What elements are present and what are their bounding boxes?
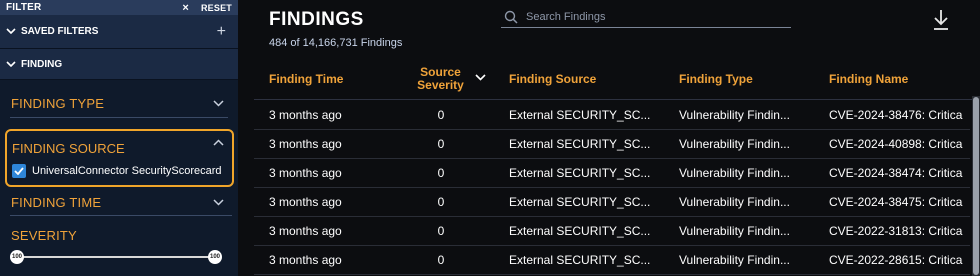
cell-source-severity: 0 <box>437 224 445 238</box>
source-option-label: UniversalConnector SecurityScorecard <box>32 165 222 177</box>
table-row[interactable]: 3 months ago 0 External SECURITY_SC... Vuln… <box>254 101 970 130</box>
chevron-up-icon[interactable] <box>213 137 224 149</box>
cell-source-severity: 0 <box>437 166 445 180</box>
table-row[interactable]: 3 months ago 0 External SECURITY_SC... Vuln… <box>254 217 970 246</box>
cell-finding-name: CVE-2022-31813: Critica <box>829 224 963 238</box>
reset-button[interactable]: RESET <box>201 3 232 13</box>
cell-source-severity: 0 <box>437 253 445 267</box>
chevron-down-icon <box>213 98 224 110</box>
sort-chevron-icon[interactable] <box>475 72 486 84</box>
source-option[interactable]: UniversalConnector SecurityScorecard <box>12 164 222 178</box>
severity-filter: SEVERITY <box>8 228 232 243</box>
cell-finding-type: Vulnerability Findin... <box>679 253 790 267</box>
finding-section[interactable]: FINDING <box>0 49 238 80</box>
cell-source-severity: 0 <box>437 108 445 122</box>
cell-finding-time: 3 months ago <box>269 166 342 180</box>
severity-label: SEVERITY <box>11 228 77 243</box>
cell-finding-source: External SECURITY_SC... <box>509 108 651 122</box>
table-row[interactable]: 3 months ago 0 External SECURITY_SC... Vuln… <box>254 246 970 275</box>
download-icon[interactable] <box>932 9 950 31</box>
divider <box>10 215 232 216</box>
filter-header: FILTER × RESET <box>0 0 238 15</box>
cell-finding-name: CVE-2024-38475: Critica <box>829 195 963 209</box>
cell-finding-time: 3 months ago <box>269 224 342 238</box>
page-title: FINDINGS <box>269 9 364 30</box>
filter-sidebar: FILTER × RESET SAVED FILTERS + FINDING F… <box>0 0 238 276</box>
column-header-finding-source[interactable]: Finding Source <box>509 58 596 100</box>
cell-finding-name: CVE-2024-38474: Critica <box>829 166 963 180</box>
severity-slider-track[interactable] <box>16 256 216 258</box>
table-header: Finding Time Source Severity Finding Sou… <box>254 58 980 100</box>
column-header-finding-type[interactable]: Finding Type <box>679 58 753 100</box>
checkbox-checked-icon[interactable] <box>12 164 26 178</box>
table-row[interactable]: 3 months ago 0 External SECURITY_SC... Vuln… <box>254 130 970 159</box>
filter-title: FILTER <box>6 2 42 13</box>
cell-finding-source: External SECURITY_SC... <box>509 253 651 267</box>
chevron-down-icon <box>213 197 224 209</box>
severity-slider-max-handle[interactable]: 100 <box>208 250 222 264</box>
chevron-down-icon <box>6 59 16 70</box>
severity-slider-min-handle[interactable]: 100 <box>10 250 24 264</box>
search-input[interactable] <box>526 11 776 23</box>
divider <box>10 117 228 118</box>
cell-source-severity: 0 <box>437 137 445 151</box>
search-icon <box>504 10 518 24</box>
cell-finding-type: Vulnerability Findin... <box>679 166 790 180</box>
cell-finding-type: Vulnerability Findin... <box>679 195 790 209</box>
cell-finding-type: Vulnerability Findin... <box>679 224 790 238</box>
cell-finding-name: CVE-2024-38476: Critica <box>829 108 963 122</box>
cell-finding-time: 3 months ago <box>269 195 342 209</box>
finding-source-filter: FINDING SOURCE UniversalConnector Securi… <box>5 129 234 187</box>
finding-time-filter[interactable]: FINDING TIME <box>8 195 232 210</box>
saved-filters-section[interactable]: SAVED FILTERS + <box>0 15 238 49</box>
cell-finding-source: External SECURITY_SC... <box>509 224 651 238</box>
findings-count: 484 of 14,166,731 Findings <box>269 37 403 49</box>
cell-finding-time: 3 months ago <box>269 108 342 122</box>
cell-finding-time: 3 months ago <box>269 137 342 151</box>
cell-finding-name: CVE-2024-40898: Critica <box>829 137 963 151</box>
search-bar[interactable] <box>501 7 791 28</box>
cell-finding-source: External SECURITY_SC... <box>509 137 651 151</box>
cell-finding-name: CVE-2022-28615: Critica <box>829 253 963 267</box>
findings-panel: FINDINGS 484 of 14,166,731 Findings Find… <box>238 0 980 276</box>
finding-type-label: FINDING TYPE <box>11 96 105 111</box>
cell-finding-type: Vulnerability Findin... <box>679 108 790 122</box>
finding-time-label: FINDING TIME <box>11 195 102 210</box>
scrollbar-thumb[interactable] <box>973 97 979 275</box>
column-header-source-severity-line2: Severity <box>417 78 464 92</box>
chevron-down-icon <box>6 26 16 37</box>
cell-finding-time: 3 months ago <box>269 253 342 267</box>
cell-source-severity: 0 <box>437 195 445 209</box>
table-row[interactable]: 3 months ago 0 External SECURITY_SC... Vuln… <box>254 188 970 217</box>
cell-finding-source: External SECURITY_SC... <box>509 195 651 209</box>
saved-filters-label: SAVED FILTERS <box>21 26 99 37</box>
cell-finding-type: Vulnerability Findin... <box>679 137 790 151</box>
cell-finding-source: External SECURITY_SC... <box>509 166 651 180</box>
finding-source-label[interactable]: FINDING SOURCE <box>12 141 125 156</box>
column-header-source-severity[interactable]: Source Severity <box>417 58 464 100</box>
column-header-finding-time[interactable]: Finding Time <box>269 58 343 100</box>
finding-section-label: FINDING <box>21 58 63 70</box>
column-header-finding-name[interactable]: Finding Name <box>829 58 908 100</box>
table-row[interactable]: 3 months ago 0 External SECURITY_SC... Vuln… <box>254 159 970 188</box>
finding-type-filter[interactable]: FINDING TYPE <box>8 96 232 111</box>
add-saved-filter-button[interactable]: + <box>217 23 226 41</box>
close-icon[interactable]: × <box>182 2 189 14</box>
